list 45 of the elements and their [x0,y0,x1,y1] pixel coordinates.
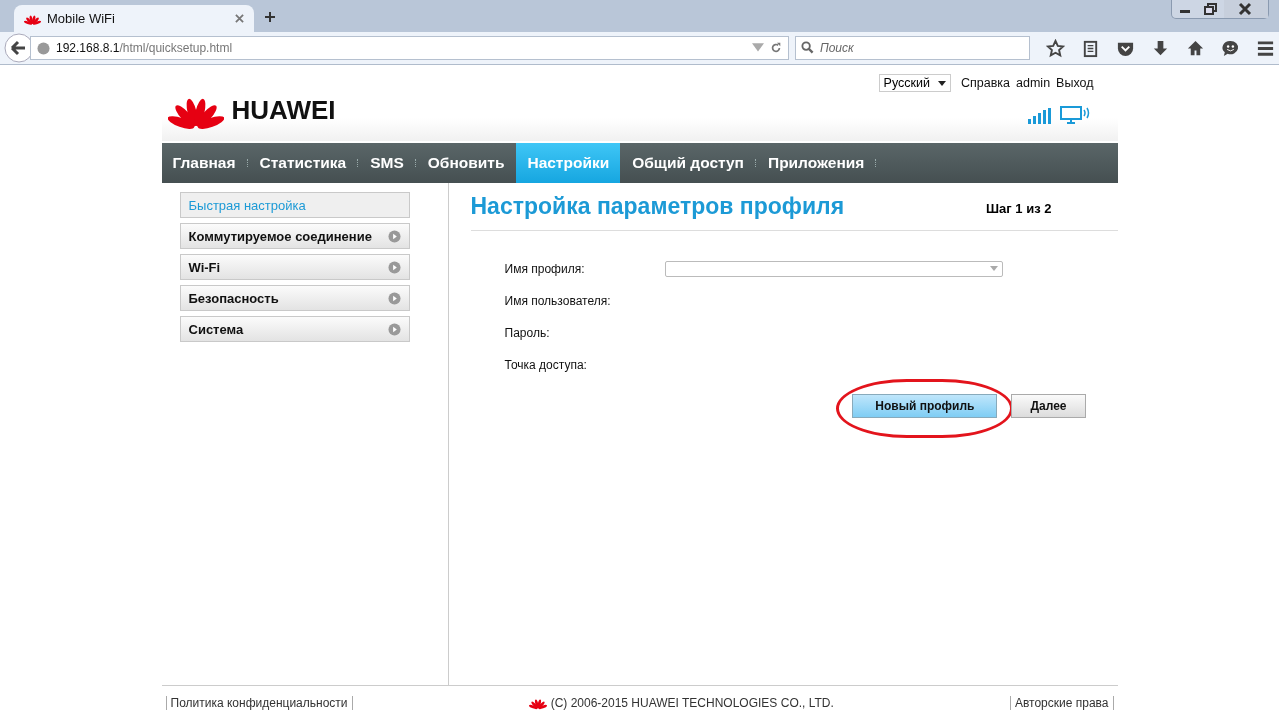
nav-tab[interactable]: Общий доступ [621,143,755,183]
brand-name: HUAWEI [231,94,336,126]
star-icon[interactable] [1046,38,1065,58]
signal-icon [1027,108,1052,124]
address-field[interactable]: 192.168.8.1/html/quicksetup.html [30,36,789,60]
nav-tab[interactable]: Статистика [248,143,358,183]
nav-tab[interactable]: Главная [161,143,247,183]
search-icon [801,41,814,54]
header-link[interactable]: Справка [961,76,1011,90]
copyright-text: (C) 2006-2015 HUAWEI TECHNOLOGIES CO., LTD. [550,696,834,710]
copyright-link[interactable]: Авторские права [1009,696,1114,710]
chat-icon[interactable] [1221,38,1240,58]
caret-icon [938,80,946,86]
globe-icon [37,41,50,55]
sidebar-item[interactable]: Коммутируемое соединение [179,223,410,249]
next-button[interactable]: Далее [1011,394,1086,418]
browser-tab[interactable]: Mobile WiFi [14,5,254,32]
privacy-policy-link[interactable]: Политика конфиденциальности [165,696,353,710]
home-icon[interactable] [1186,38,1205,58]
menu-icon[interactable] [1256,38,1275,58]
field-label: Имя пользователя: [504,293,612,308]
field-label: Имя профиля: [504,261,586,276]
step-indicator: Шаг 1 из 2 [986,201,1052,216]
page-title: Настройка параметров профиля [470,193,845,220]
field-label: Пароль: [504,325,551,340]
nav-tab[interactable]: SMS [359,143,415,183]
sidebar-item[interactable]: Безопасность [179,285,410,311]
header-link[interactable]: Выход [1056,76,1094,90]
monitor-icon [1059,106,1090,124]
nav-tab[interactable]: Приложения [757,143,876,183]
caret-icon [989,266,998,271]
url-text: 192.168.8.1/html/quicksetup.html [56,41,234,55]
reload-icon[interactable] [770,42,782,54]
search-field[interactable]: Поиск [795,36,1030,60]
new-tab-icon[interactable] [264,11,276,23]
close-icon[interactable] [1224,0,1268,18]
field-label: Точка доступа: [504,357,588,372]
sidebar-item[interactable]: Система [179,316,410,342]
sidebar-item[interactable]: Wi-Fi [179,254,410,280]
nav-tab[interactable]: Обновить [416,143,516,183]
close-tab-icon[interactable] [235,14,244,23]
header-link[interactable]: admin [1016,76,1051,90]
clipboard-icon[interactable] [1081,38,1100,58]
language-select[interactable]: Русский [878,74,951,92]
new-profile-button[interactable]: Новый профиль [852,394,998,418]
